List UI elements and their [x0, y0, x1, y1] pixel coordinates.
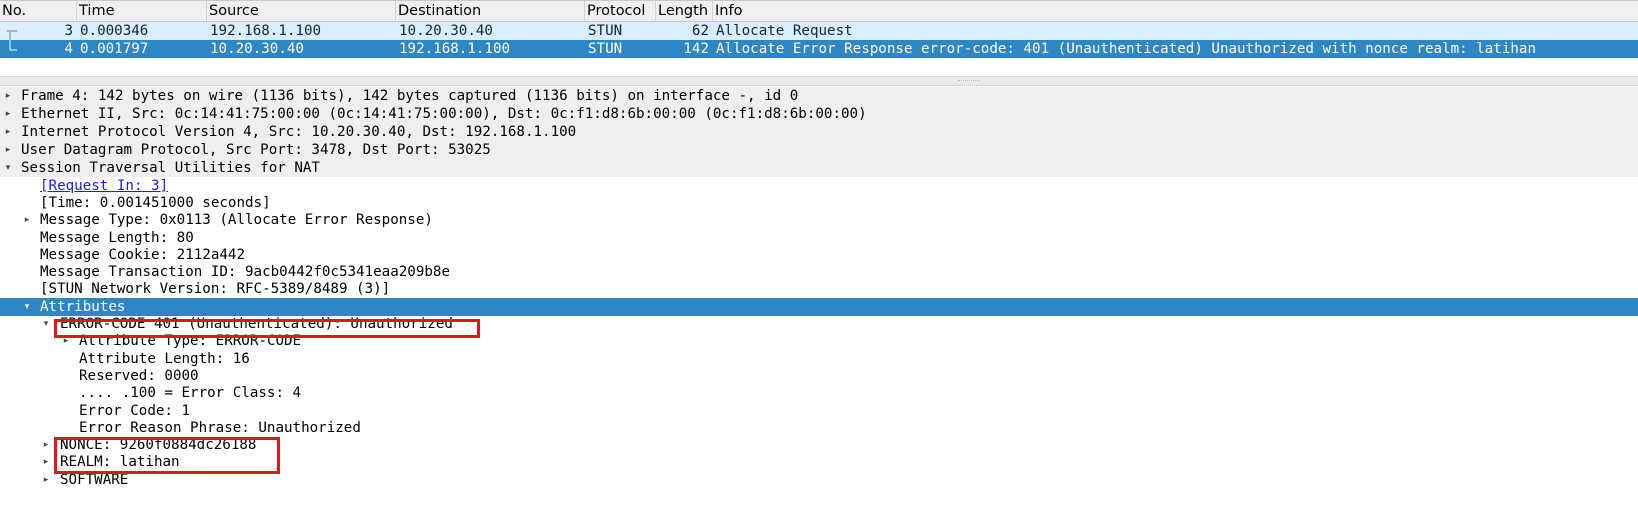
tree-item-message-cookie[interactable]: Message Cookie: 2112a442: [0, 246, 1638, 264]
packet-source: 192.168.1.100: [210, 23, 322, 39]
tree-item-label: .... .100 = Error Class: 4: [79, 385, 302, 401]
expand-arrow-icon[interactable]: ▸: [21, 211, 33, 229]
tree-item-udp[interactable]: ▸ User Datagram Protocol, Src Port: 3478…: [0, 141, 1638, 159]
packet-length: 142: [683, 41, 709, 57]
tree-item-label: Session Traversal Utilities for NAT: [21, 160, 320, 176]
packet-protocol: STUN: [588, 23, 623, 39]
expand-arrow-icon[interactable]: ▸: [2, 141, 14, 159]
tree-item-realm[interactable]: ▸ REALM: latihan: [0, 453, 1638, 471]
tree-item-label: Frame 4: 142 bytes on wire (1136 bits), …: [21, 88, 799, 104]
expand-arrow-icon[interactable]: ▸: [40, 471, 52, 489]
column-header-length[interactable]: Length: [656, 1, 713, 21]
tree-item-request-in[interactable]: [Request In: 3]: [0, 177, 1638, 195]
tree-item-message-length[interactable]: Message Length: 80: [0, 229, 1638, 247]
expand-arrow-icon[interactable]: ▸: [2, 123, 14, 141]
tree-item-nonce[interactable]: ▸ NONCE: 9260f0884dc26188: [0, 436, 1638, 454]
tree-item-label: Message Length: 80: [40, 230, 194, 246]
tree-item-ip[interactable]: ▸ Internet Protocol Version 4, Src: 10.2…: [0, 123, 1638, 141]
packet-no: 3: [64, 23, 73, 39]
expand-arrow-icon[interactable]: ▸: [2, 87, 14, 105]
request-in-link[interactable]: [Request In: 3]: [40, 177, 168, 195]
column-header-info[interactable]: Info: [713, 1, 1638, 21]
tree-item-label: Error Reason Phrase: Unauthorized: [79, 420, 361, 436]
tree-item-transaction-id[interactable]: Message Transaction ID: 9acb0442f0c5341e…: [0, 263, 1638, 281]
tree-item-label: Attribute Length: 16: [79, 351, 250, 367]
packet-info: Allocate Request: [716, 23, 853, 39]
tree-item-label: [STUN Network Version: RFC-5389/8489 (3)…: [40, 281, 391, 297]
tree-item-software[interactable]: ▸ SOFTWARE: [0, 471, 1638, 489]
packet-length: 62: [691, 23, 709, 39]
tree-item-label: Ethernet II, Src: 0c:14:41:75:00:00 (0c:…: [21, 106, 867, 122]
tree-item-label: Message Cookie: 2112a442: [40, 247, 245, 263]
pane-splitter[interactable]: [0, 76, 1638, 86]
packet-info: Allocate Error Response error-code: 401 …: [716, 41, 1536, 57]
tree-item-label: Message Transaction ID: 9acb0442f0c5341e…: [40, 264, 450, 280]
tree-item-ethernet[interactable]: ▸ Ethernet II, Src: 0c:14:41:75:00:00 (0…: [0, 105, 1638, 123]
packet-list-header: No. Time Source Destination Protocol Len…: [0, 0, 1638, 22]
tree-item-label: Internet Protocol Version 4, Src: 10.20.…: [21, 124, 577, 140]
tree-item-label: Message Type: 0x0113 (Allocate Error Res…: [40, 212, 433, 228]
packet-destination: 10.20.30.40: [399, 23, 493, 39]
packet-details-pane[interactable]: ▸ Frame 4: 142 bytes on wire (1136 bits)…: [0, 86, 1638, 518]
collapse-arrow-icon[interactable]: ▾: [40, 315, 52, 333]
packet-destination: 192.168.1.100: [399, 41, 511, 57]
tree-item-attribute-length[interactable]: Attribute Length: 16: [0, 350, 1638, 368]
column-header-protocol[interactable]: Protocol: [585, 1, 656, 21]
column-header-destination[interactable]: Destination: [396, 1, 585, 21]
tree-item-reserved[interactable]: Reserved: 0000: [0, 367, 1638, 385]
packet-source: 10.20.30.40: [210, 41, 304, 57]
packet-list-pane[interactable]: No. Time Source Destination Protocol Len…: [0, 0, 1638, 76]
tree-item-label: NONCE: 9260f0884dc26188: [60, 437, 257, 453]
tree-item-label: ERROR-CODE 401 (Unauthenticated): Unauth…: [60, 316, 453, 332]
expand-arrow-icon[interactable]: ▸: [40, 453, 52, 471]
tree-item-reason-phrase[interactable]: Error Reason Phrase: Unauthorized: [0, 419, 1638, 437]
tree-item-label: Reserved: 0000: [79, 368, 199, 384]
expand-arrow-icon[interactable]: ▸: [60, 332, 72, 350]
column-header-source[interactable]: Source: [207, 1, 396, 21]
tree-item-network-version[interactable]: [STUN Network Version: RFC-5389/8489 (3)…: [0, 280, 1638, 298]
packet-no: 4: [64, 41, 73, 57]
tree-item-time[interactable]: [Time: 0.001451000 seconds]: [0, 194, 1638, 212]
packet-protocol: STUN: [588, 41, 623, 57]
tree-item-label: Attribute Type: ERROR-CODE: [79, 333, 302, 349]
tree-item-label: [Time: 0.001451000 seconds]: [40, 195, 271, 211]
tree-item-error-code-value[interactable]: Error Code: 1: [0, 402, 1638, 420]
tree-item-attribute-type[interactable]: ▸ Attribute Type: ERROR-CODE: [0, 332, 1638, 350]
tree-item-frame[interactable]: ▸ Frame 4: 142 bytes on wire (1136 bits)…: [0, 87, 1638, 105]
collapse-arrow-icon[interactable]: ▾: [2, 159, 14, 177]
packet-row-selected[interactable]: 4 0.001797 10.20.30.40 192.168.1.100 STU…: [0, 40, 1638, 58]
column-header-time[interactable]: Time: [77, 1, 207, 21]
tree-item-message-type[interactable]: ▸ Message Type: 0x0113 (Allocate Error R…: [0, 211, 1638, 229]
tree-item-label: SOFTWARE: [60, 472, 129, 488]
packet-time: 0.001797: [80, 41, 149, 57]
column-header-no[interactable]: No.: [0, 1, 77, 21]
packet-time: 0.000346: [80, 23, 149, 39]
packet-row[interactable]: 3 0.000346 192.168.1.100 10.20.30.40 STU…: [0, 22, 1638, 40]
tree-item-stun[interactable]: ▾ Session Traversal Utilities for NAT: [0, 159, 1638, 177]
tree-item-label: User Datagram Protocol, Src Port: 3478, …: [21, 142, 491, 158]
expand-arrow-icon[interactable]: ▸: [2, 105, 14, 123]
tree-item-error-code[interactable]: ▾ ERROR-CODE 401 (Unauthenticated): Unau…: [0, 315, 1638, 333]
splitter-grip-icon: [958, 80, 980, 83]
tree-item-attributes[interactable]: ▾ Attributes: [0, 298, 1638, 316]
tree-item-label: REALM: latihan: [60, 454, 180, 470]
tree-item-label: Error Code: 1: [79, 403, 191, 419]
expand-arrow-icon[interactable]: ▸: [40, 436, 52, 454]
tree-item-error-class[interactable]: .... .100 = Error Class: 4: [0, 384, 1638, 402]
tree-item-label: Attributes: [40, 299, 126, 315]
collapse-arrow-icon[interactable]: ▾: [21, 298, 33, 316]
